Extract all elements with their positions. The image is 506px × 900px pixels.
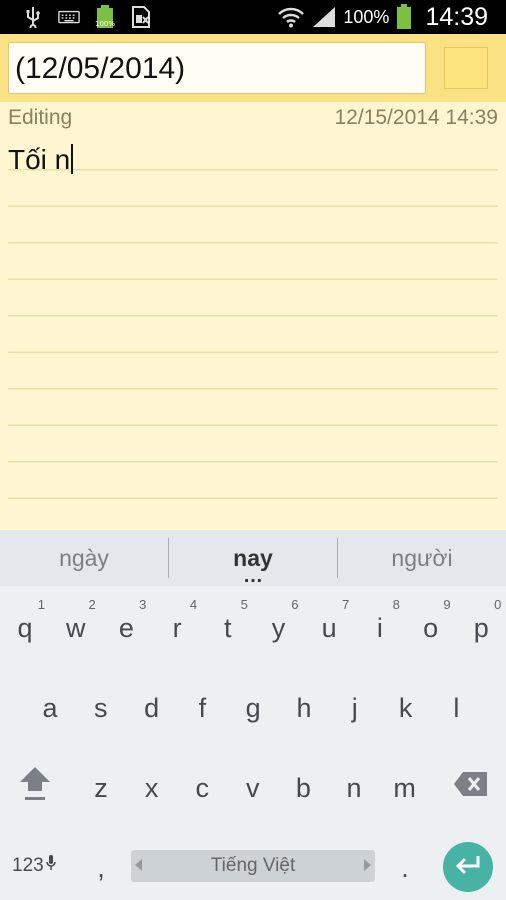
suggestion-1[interactable]: ngày xyxy=(0,530,168,586)
key-c[interactable]: c xyxy=(180,760,224,816)
key-number-hint: 9 xyxy=(443,597,451,612)
space-label: Tiếng Việt xyxy=(210,855,296,876)
microphone-icon xyxy=(45,854,56,878)
space-bar[interactable]: Tiếng Việt xyxy=(131,850,375,882)
backspace-key[interactable] xyxy=(446,762,496,812)
key-s[interactable]: s xyxy=(79,680,123,736)
clock: 14:39 xyxy=(425,2,488,31)
key-number-hint: 6 xyxy=(291,597,299,612)
suggestion-2[interactable]: nay xyxy=(169,530,337,586)
symbols-label: 123 xyxy=(12,855,44,876)
key-x[interactable]: x xyxy=(130,760,174,816)
key-number-hint: 1 xyxy=(37,597,45,612)
key-d[interactable]: d xyxy=(130,680,174,736)
note-body: Editing 12/15/2014 14:39 Tối n xyxy=(0,102,506,530)
key-z[interactable]: z xyxy=(79,760,123,816)
key-q[interactable]: 1q xyxy=(3,597,47,656)
note-text: Tối n xyxy=(8,144,71,175)
title-input[interactable]: (12/05/2014) xyxy=(8,42,426,94)
key-number-hint: 5 xyxy=(240,597,248,612)
battery-icon xyxy=(395,4,413,29)
key-b[interactable]: b xyxy=(281,760,325,816)
key-e[interactable]: 3e xyxy=(104,597,148,656)
key-m[interactable]: m xyxy=(383,760,427,816)
key-v[interactable]: v xyxy=(231,760,275,816)
battery-full-icon: 100% xyxy=(94,5,116,28)
shift-icon xyxy=(18,764,52,811)
backspace-icon xyxy=(453,771,489,804)
note-datetime: 12/15/2014 14:39 xyxy=(334,106,499,129)
suggestion-3[interactable]: người xyxy=(338,530,506,586)
key-label: i xyxy=(376,612,383,643)
enter-key[interactable] xyxy=(443,842,493,892)
note-text-area[interactable]: Tối n xyxy=(8,144,74,176)
key-number-hint: 7 xyxy=(341,597,350,612)
key-y[interactable]: 6y xyxy=(257,597,301,656)
key-l[interactable]: l xyxy=(434,680,478,736)
key-number-hint: 3 xyxy=(139,597,147,612)
period-key[interactable]: . xyxy=(386,848,424,888)
signal-strength-icon xyxy=(311,6,337,28)
key-o[interactable]: 9o xyxy=(409,597,453,656)
key-w[interactable]: 2w xyxy=(54,597,98,656)
wifi-icon xyxy=(277,6,305,28)
arrow-right-icon xyxy=(364,859,371,871)
shift-key[interactable] xyxy=(10,762,60,812)
key-number-hint: 2 xyxy=(88,597,96,612)
key-r[interactable]: 4r xyxy=(155,597,199,656)
key-label: o xyxy=(423,612,439,643)
key-number-hint: 4 xyxy=(189,597,198,612)
key-number-hint: 0 xyxy=(494,597,502,612)
key-u[interactable]: 7u xyxy=(307,597,351,656)
title-bar: (12/05/2014) xyxy=(0,34,506,102)
mode-label: Editing xyxy=(8,106,73,129)
key-p[interactable]: 0p xyxy=(459,597,503,656)
key-label: e xyxy=(118,612,134,643)
keyboard: 123 , Tiếng Việt . 1q2w3e4r5t6y7u8i9o0pa… xyxy=(0,586,506,900)
key-number-hint: 8 xyxy=(392,597,400,612)
key-label: q xyxy=(17,612,33,643)
sim-card-icon xyxy=(130,6,152,28)
key-label: w xyxy=(65,612,86,643)
key-a[interactable]: a xyxy=(28,680,72,736)
symbols-key[interactable]: 123 xyxy=(12,850,56,882)
key-n[interactable]: n xyxy=(332,760,376,816)
key-g[interactable]: g xyxy=(231,680,275,736)
key-label: u xyxy=(321,612,337,643)
key-t[interactable]: 5t xyxy=(206,597,250,656)
note-color-button[interactable] xyxy=(444,47,488,89)
ruled-lines xyxy=(8,134,498,530)
comma-key[interactable]: , xyxy=(82,848,120,888)
key-label: r xyxy=(172,612,182,643)
status-bar: 100% 100% 14:39 xyxy=(0,0,506,34)
key-j[interactable]: j xyxy=(333,680,377,736)
keyboard-icon xyxy=(58,6,80,28)
key-k[interactable]: k xyxy=(384,680,428,736)
key-i[interactable]: 8i xyxy=(358,597,402,656)
arrow-left-icon xyxy=(135,859,142,871)
key-label: t xyxy=(224,612,232,643)
usb-icon xyxy=(22,6,44,28)
text-cursor xyxy=(71,144,74,174)
key-h[interactable]: h xyxy=(282,680,326,736)
battery-small-label: 100% xyxy=(94,20,115,28)
enter-icon xyxy=(454,854,482,880)
battery-percent: 100% xyxy=(343,6,390,27)
key-label: y xyxy=(271,612,286,643)
key-label: p xyxy=(473,612,489,643)
key-f[interactable]: f xyxy=(180,680,224,736)
note-status-row: Editing 12/15/2014 14:39 xyxy=(8,106,498,134)
suggestion-strip: ngày nay người xyxy=(0,530,506,586)
